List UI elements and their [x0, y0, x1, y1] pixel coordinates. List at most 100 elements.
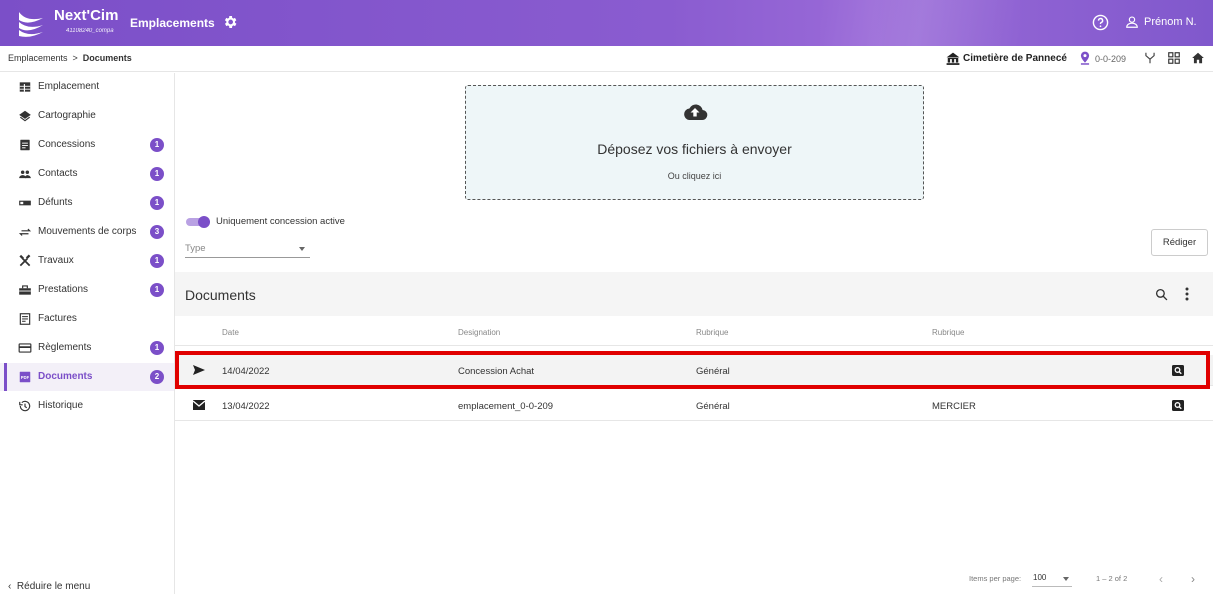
sidebar-item-label: Cartographie: [38, 110, 96, 121]
module-title[interactable]: Emplacements: [130, 16, 215, 30]
cell-rubrique-2: MERCIER: [932, 401, 976, 412]
dropdown-arrow-icon: [299, 247, 305, 251]
toolbox-icon: [19, 285, 31, 295]
user-name[interactable]: Prénom N.: [1144, 16, 1197, 28]
sidebar-item-label: Documents: [38, 371, 93, 382]
page-range: 1 – 2 of 2: [1096, 574, 1128, 583]
table-row[interactable]: 13/04/2022 emplacement_0-0-209 Général M…: [175, 390, 1213, 421]
column-header-date[interactable]: Date: [222, 328, 239, 337]
tools-icon: [19, 254, 31, 267]
count-badge: 3: [150, 225, 164, 239]
count-badge: 1: [150, 138, 164, 152]
previous-page-icon[interactable]: ‹: [1159, 572, 1163, 586]
cell-date: 13/04/2022: [222, 401, 270, 412]
sidebar-item-historique[interactable]: Historique: [0, 392, 174, 420]
sidebar-item-label: Factures: [38, 313, 77, 324]
column-header-rubrique-2[interactable]: Rubrique: [932, 328, 964, 337]
count-badge: 1: [150, 196, 164, 210]
page-size-select[interactable]: 100: [1033, 573, 1046, 582]
dropzone-subtitle[interactable]: Ou cliquez ici: [466, 171, 923, 181]
highlight-annotation: [175, 351, 1210, 389]
count-badge: 2: [150, 370, 164, 384]
documents-header: Documents: [175, 272, 1213, 316]
top-bar: Next'Cim 41108240_compa Emplacements Pré…: [0, 0, 1213, 46]
user-icon[interactable]: [1125, 15, 1139, 29]
help-icon[interactable]: [1092, 14, 1109, 31]
fork-icon[interactable]: [1143, 51, 1157, 65]
items-per-page-label: Items per page:: [969, 574, 1022, 583]
collapse-menu-label: Réduire le menu: [16, 581, 91, 592]
brand-subtitle: 41108240_compa: [66, 28, 114, 34]
sidebar-item-label: Mouvements de corps: [38, 226, 137, 237]
table-icon: [19, 82, 31, 92]
collapse-menu-button[interactable]: ‹ Réduire le menu: [8, 581, 90, 592]
sidebar-item-concessions[interactable]: Concessions 1: [0, 131, 174, 159]
swap-icon: [18, 228, 32, 236]
sidebar-item-label: Règlements: [38, 342, 92, 353]
count-badge: 1: [150, 283, 164, 297]
toggle-knob: [198, 216, 210, 228]
mail-icon: [192, 400, 206, 410]
dropzone-title: Déposez vos fichiers à envoyer: [597, 141, 792, 157]
document-icon: [20, 139, 30, 151]
count-badge: 1: [150, 254, 164, 268]
sidebar-item-cartographie[interactable]: Cartographie: [0, 102, 174, 130]
sidebar-item-label: Défunts: [38, 197, 73, 208]
history-icon: [19, 400, 31, 412]
type-select[interactable]: Type: [185, 240, 310, 258]
cloud-upload-icon: [684, 104, 708, 121]
breadcrumb-parent[interactable]: Emplacements: [8, 53, 68, 63]
dropdown-arrow-icon[interactable]: [1063, 577, 1069, 581]
sidebar-item-label: Contacts: [38, 168, 78, 179]
documents-title: Documents: [185, 287, 256, 303]
more-vert-icon[interactable]: [1185, 287, 1189, 301]
sidebar-item-factures[interactable]: Factures: [0, 305, 174, 333]
breadcrumb: Emplacements > Documents: [8, 53, 132, 63]
sidebar-item-mouvements[interactable]: Mouvements de corps 3: [0, 218, 174, 246]
card-icon: [18, 343, 32, 353]
active-concession-toggle[interactable]: [186, 216, 210, 228]
column-header-rubrique[interactable]: Rubrique: [696, 328, 728, 337]
type-select-placeholder: Type: [185, 243, 206, 254]
gear-icon[interactable]: [222, 14, 238, 30]
sidebar-item-label: Travaux: [38, 255, 74, 266]
svg-text:PDF: PDF: [21, 375, 30, 380]
cell-designation: emplacement_0-0-209: [458, 401, 554, 412]
sidebar-item-emplacement[interactable]: Emplacement: [0, 73, 174, 101]
cemetery-name[interactable]: Cimetière de Pannecé: [963, 53, 1067, 64]
count-badge: 1: [150, 341, 164, 355]
sidebar-item-label: Concessions: [38, 139, 96, 150]
chevron-left-icon: ‹: [8, 581, 12, 592]
location-pin-icon: [1080, 51, 1090, 65]
count-badge: 1: [150, 167, 164, 181]
brand-name[interactable]: Next'Cim: [54, 8, 118, 24]
file-dropzone[interactable]: Déposez vos fichiers à envoyer Ou clique…: [465, 85, 924, 200]
breadcrumb-current: Documents: [82, 53, 132, 63]
preview-icon[interactable]: [1172, 400, 1184, 411]
location-code: 0-0-209: [1095, 54, 1127, 64]
grid-view-icon[interactable]: [1167, 51, 1181, 65]
breadcrumb-bar: Emplacements > Documents Cimetière de Pann…: [0, 46, 1213, 72]
sidebar-item-contacts[interactable]: Contacts 1: [0, 160, 174, 188]
table-header-divider: [175, 345, 1213, 346]
cemetery-icon: [946, 52, 960, 65]
bed-icon: [19, 200, 31, 206]
toggle-label: Uniquement concession active: [216, 216, 345, 227]
search-icon[interactable]: [1155, 288, 1168, 301]
column-header-designation[interactable]: Designation: [458, 328, 500, 337]
topbar-decoration: [820, 0, 1020, 46]
sidebar-item-defunts[interactable]: Défunts 1: [0, 189, 174, 217]
sidebar-item-prestations[interactable]: Prestations 1: [0, 276, 174, 304]
sidebar: Emplacement Cartographie Concessions 1 C…: [0, 73, 175, 594]
sidebar-item-documents[interactable]: PDF Documents 2: [0, 363, 174, 391]
layers-icon: [19, 110, 31, 122]
sidebar-item-reglements[interactable]: Règlements 1: [0, 334, 174, 362]
logo-icon[interactable]: [16, 8, 46, 38]
next-page-icon[interactable]: ›: [1191, 572, 1195, 586]
pdf-icon: PDF: [19, 371, 31, 383]
sidebar-item-label: Emplacement: [38, 81, 100, 92]
receipt-icon: [19, 313, 31, 325]
home-icon[interactable]: [1191, 51, 1205, 65]
rediger-button[interactable]: Rédiger: [1151, 229, 1208, 256]
sidebar-item-travaux[interactable]: Travaux 1: [0, 247, 174, 275]
